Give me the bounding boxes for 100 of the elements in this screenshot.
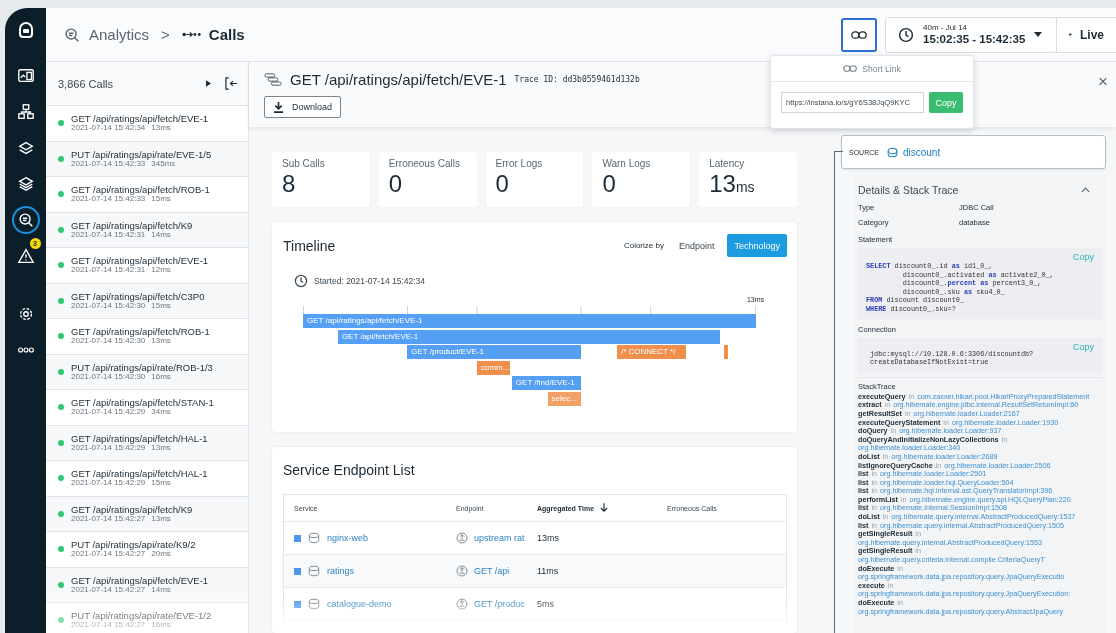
copy-link[interactable]: Copy — [1073, 341, 1094, 352]
status-dot — [58, 404, 64, 411]
timeline-span[interactable]: GET /find/EVE-1 — [511, 376, 582, 390]
collapse-icon[interactable] — [225, 77, 238, 90]
call-list-item[interactable]: GET /api/ratings/api/fetch/K9 2021-07-14 15:42:27 13ms — [46, 496, 248, 532]
service-square-icon — [294, 534, 301, 542]
link-icon — [843, 64, 858, 73]
call-list-item[interactable]: GET /api/ratings/api/fetch/K9 2021-07-14 15:42:31 14ms — [46, 212, 248, 248]
caret-icon[interactable] — [206, 80, 211, 87]
database-icon — [308, 565, 320, 577]
status-dot — [58, 297, 64, 304]
close-button[interactable]: × — [1094, 73, 1112, 90]
status-dot — [58, 617, 64, 624]
timeline-span[interactable]: GET /api/ratings/api/fetch/EVE-1 — [303, 314, 756, 328]
stack-icon[interactable] — [16, 175, 35, 193]
timeline-span[interactable]: GET /api/fetch/EVE-1 — [337, 329, 721, 344]
call-list-item[interactable]: GET /api/ratings/api/fetch/STAN-1 2021-07-14 15:42:29 34ms — [46, 390, 248, 426]
colorize-label: Colorize by — [623, 241, 664, 250]
call-list-item[interactable]: GET /api/ratings/api/fetch/EVE-1 2021-07-14 15:42:34 13ms — [46, 106, 248, 142]
call-list-item[interactable]: GET /api/ratings/api/fetch/HAL-1 2021-07-14 15:42:29 15ms — [46, 461, 248, 497]
service-square-icon — [294, 567, 301, 575]
card-title: Timeline — [283, 237, 336, 254]
stat-label: Error Logs — [495, 158, 544, 169]
endpoint-icon — [456, 565, 468, 577]
endpoint-icon — [456, 532, 468, 544]
status-dot — [58, 475, 64, 482]
status-dot — [58, 226, 64, 233]
status-dot — [58, 120, 64, 127]
call-list-item[interactable]: GET /api/ratings/api/fetch/C3P0 2021-07-14 15:42:30 15ms — [46, 283, 248, 319]
stat-value: 8 — [282, 171, 297, 197]
timeline-span[interactable]: GET /product/EVE-1 — [407, 345, 582, 359]
call-list-item[interactable]: PUT /api/ratings/api/rate/K9/2 2021-07-14 15:42:27 20ms — [46, 532, 248, 568]
stacked-bars-icon — [264, 73, 282, 86]
status-dot — [58, 191, 64, 198]
table-cell-text: 13ms — [537, 533, 560, 543]
status-dot — [58, 333, 64, 340]
network-icon[interactable] — [16, 103, 35, 121]
clock-icon — [898, 26, 914, 43]
calls-count: 3,866 Calls — [58, 77, 115, 90]
status-dot — [58, 581, 64, 588]
table-cell-text: 5ms — [537, 599, 555, 609]
timeline-span[interactable]: selec... — [547, 391, 582, 406]
endpoint-link[interactable]: GET /api — [474, 566, 510, 576]
search-icon — [63, 25, 81, 44]
database-icon — [308, 598, 320, 610]
toggle-button[interactable]: Technology — [727, 234, 787, 257]
call-list-item[interactable]: PUT /api/ratings/api/rate/EVE-1/2 2021-07-14 15:42:27 16ms — [46, 603, 248, 633]
time-range-picker[interactable]: 40m - Jul 14 15:02:35 - 15:42:35 — [885, 16, 1057, 53]
call-list-item[interactable]: PUT /api/ratings/api/rate/EVE-1/5 2021-07-14 15:42:33 345ms — [46, 141, 248, 177]
call-list-item[interactable]: GET /api/ratings/api/fetch/HAL-1 2021-07-14 15:42:29 13ms — [46, 425, 248, 461]
call-title: GET /api/ratings/api/fetch/EVE-1 — [290, 71, 507, 88]
copy-button[interactable]: Copy — [929, 92, 963, 113]
toggle-button[interactable]: Endpoint — [671, 234, 722, 257]
service-link[interactable]: catalogue-demo — [327, 599, 392, 609]
nav-button[interactable] — [11, 206, 40, 234]
stat-value: 0 — [495, 171, 510, 197]
dotted-arrow-icon — [181, 30, 201, 39]
chevron-up-icon[interactable] — [1081, 187, 1090, 193]
status-dot — [58, 546, 64, 553]
stat-label: Sub Calls — [282, 158, 326, 169]
stack-icon[interactable] — [16, 139, 35, 157]
call-list-item[interactable]: GET /api/ratings/api/fetch/EVE-1 2021-07-14 15:42:27 14ms — [46, 567, 248, 603]
endpoint-link[interactable]: GET /produc — [474, 599, 525, 609]
call-list-item[interactable]: PUT /api/ratings/api/rate/ROB-1/3 2021-07-14 15:42:30 16ms — [46, 354, 248, 390]
stat-label: Erroneous Calls — [388, 158, 461, 169]
breadcrumb-link[interactable]: Analytics — [89, 26, 150, 43]
copy-link[interactable]: Copy — [1073, 252, 1094, 262]
status-dot — [58, 510, 64, 517]
timeline-span[interactable]: /* CONNECT */ — [616, 345, 687, 359]
endpoint-link[interactable]: upstream rat — [474, 533, 525, 543]
sort-arrow-icon — [600, 503, 609, 513]
card-title: Service Endpoint List — [283, 462, 416, 478]
service-link[interactable]: ratings — [327, 566, 354, 576]
call-list-item[interactable]: GET /api/ratings/api/fetch/ROB-1 2021-07-14 15:42:30 13ms — [46, 319, 248, 355]
stat-label: Latency — [709, 158, 746, 169]
service-link[interactable]: nginx-web — [327, 533, 369, 543]
status-dot — [58, 439, 64, 446]
call-list-item[interactable]: GET /api/ratings/api/fetch/EVE-1 2021-07-14 15:42:31 12ms — [46, 248, 248, 284]
download-button[interactable]: Download — [264, 96, 342, 118]
timeline-span[interactable]: comm... — [476, 360, 511, 375]
service-square-icon — [294, 600, 301, 608]
status-dot — [58, 368, 64, 375]
database-icon — [308, 532, 320, 544]
page-title: Calls — [208, 26, 245, 43]
status-dot — [58, 155, 64, 162]
stat-label: Warn Logs — [602, 158, 652, 169]
caret-icon — [1034, 32, 1043, 37]
live-button[interactable]: Live — [1056, 16, 1116, 53]
warning-icon[interactable] — [16, 247, 35, 265]
monitor-icon[interactable] — [16, 67, 35, 85]
endpoint-icon — [456, 598, 468, 610]
stat-value: 0 — [388, 171, 404, 197]
call-list-item[interactable]: GET /api/ratings/api/fetch/ROB-1 2021-07-14 15:42:33 15ms — [46, 177, 248, 213]
stat-value: 13ms — [709, 171, 756, 197]
download-icon — [273, 101, 284, 113]
search-icon[interactable] — [16, 211, 35, 229]
link-button[interactable] — [841, 17, 877, 52]
breadcrumb-separator: > — [161, 26, 170, 43]
source-link[interactable]: discount — [902, 146, 941, 158]
link-icon — [851, 29, 867, 40]
